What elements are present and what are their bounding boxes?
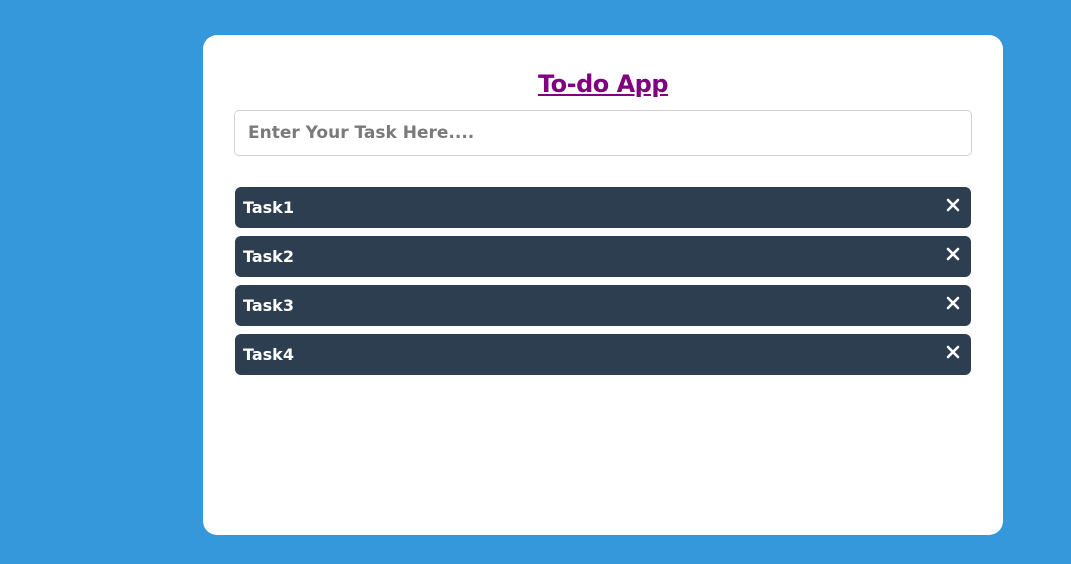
task-item-4[interactable]: Task4 bbox=[235, 334, 971, 375]
app-title: To-do App bbox=[537, 70, 669, 98]
close-icon bbox=[946, 345, 960, 358]
close-icon bbox=[946, 247, 960, 260]
task-list: Task1 Task2 Task3 Task4 bbox=[235, 187, 971, 383]
delete-task-button[interactable] bbox=[945, 197, 961, 213]
task-label: Task2 bbox=[243, 247, 294, 266]
task-label: Task3 bbox=[243, 296, 294, 315]
task-label: Task4 bbox=[243, 345, 294, 364]
delete-task-button[interactable] bbox=[945, 295, 961, 311]
task-item-2[interactable]: Task2 bbox=[235, 236, 971, 277]
task-label: Task1 bbox=[243, 198, 294, 217]
delete-task-button[interactable] bbox=[945, 344, 961, 360]
close-icon bbox=[946, 296, 960, 309]
task-item-3[interactable]: Task3 bbox=[235, 285, 971, 326]
task-item-1[interactable]: Task1 bbox=[235, 187, 971, 228]
task-input[interactable] bbox=[234, 110, 972, 156]
close-icon bbox=[946, 198, 960, 211]
delete-task-button[interactable] bbox=[945, 246, 961, 262]
